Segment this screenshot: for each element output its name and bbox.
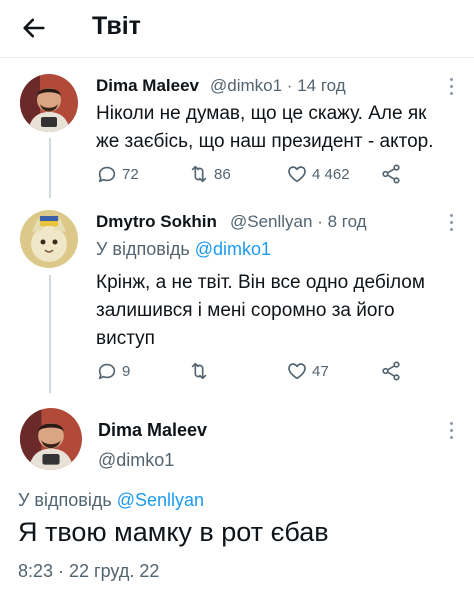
author-name[interactable]: Dmytro Sokhin [96, 212, 217, 232]
like-count: 4 462 [312, 165, 350, 183]
tweet-text: Крінж, а не твіт. Він все одно дебілом з… [96, 269, 425, 353]
page-title: Твіт [92, 12, 141, 40]
replying-to: У відповідь @Senllyan [18, 490, 204, 511]
tweet-text: Ніколи не думав, що це скажу. Але як же … [96, 100, 434, 156]
tweet-time[interactable]: 14 год [297, 76, 345, 95]
reply-prefix: У відповідь [96, 239, 190, 259]
top-bar: Твіт [0, 0, 474, 56]
reply-mention-link[interactable]: @dimko1 [195, 239, 271, 259]
share-button[interactable] [380, 360, 402, 382]
reply-button[interactable]: 9 [96, 360, 130, 382]
tweet-text-line: залишився і мені соромно за його [96, 300, 395, 321]
tweet-timestamp[interactable]: 8:23 · 22 груд. 22 [18, 561, 159, 582]
retweet-button[interactable] [188, 360, 214, 382]
share-icon [382, 361, 400, 381]
reply-icon [98, 363, 116, 380]
more-vertical-icon[interactable] [449, 78, 455, 96]
heart-icon [288, 363, 306, 380]
retweet-icon [191, 362, 207, 380]
tweet-text: Я твою мамку в рот єбав [18, 517, 329, 547]
reply-mention-link[interactable]: @Senllyan [117, 490, 204, 510]
reply-count: 9 [122, 362, 131, 380]
heart-icon [288, 166, 306, 183]
like-button[interactable]: 47 [286, 360, 329, 382]
reply-icon [98, 166, 116, 183]
divider [0, 57, 474, 58]
like-count: 47 [312, 362, 329, 380]
retweet-count: 86 [214, 165, 231, 183]
thread-line [49, 275, 51, 393]
share-icon [382, 164, 400, 184]
tweet-text-line: Ніколи не думав, що це скажу. Але як [96, 103, 427, 124]
tweet-text-line: Крінж, а не твіт. Він все одно дебілом [96, 272, 425, 293]
avatar[interactable] [20, 408, 82, 470]
author-meta: @Senllyan · 8 год [230, 212, 367, 231]
avatar[interactable] [20, 210, 78, 268]
more-vertical-icon[interactable] [449, 214, 455, 232]
tweet-text-line: же заєбісь, що наш президент - актор. [96, 131, 434, 152]
avatar[interactable] [20, 74, 78, 132]
author-name[interactable]: Dima Maleev [98, 420, 207, 441]
tweet-text-line: виступ [96, 328, 155, 349]
replying-to: У відповідь @dimko1 [96, 239, 271, 260]
reply-button[interactable]: 72 [96, 163, 139, 185]
thread-line [49, 138, 51, 198]
author-handle[interactable]: @dimko1 [98, 450, 174, 471]
retweet-button[interactable]: 86 [188, 163, 231, 185]
author-name[interactable]: Dima Maleev [96, 76, 199, 96]
author-handle[interactable]: @Senllyan [230, 212, 312, 231]
retweet-icon [191, 165, 207, 183]
author-handle[interactable]: @dimko1 [210, 76, 282, 95]
author-meta: @dimko1 · 14 год [210, 76, 346, 95]
reply-count: 72 [122, 165, 139, 183]
tweet-time[interactable]: 8 год [328, 212, 367, 231]
share-button[interactable] [380, 163, 402, 185]
reply-prefix: У відповідь [18, 490, 112, 510]
more-vertical-icon[interactable] [449, 422, 455, 440]
back-arrow-icon[interactable] [20, 14, 48, 42]
like-button[interactable]: 4 462 [286, 163, 350, 185]
